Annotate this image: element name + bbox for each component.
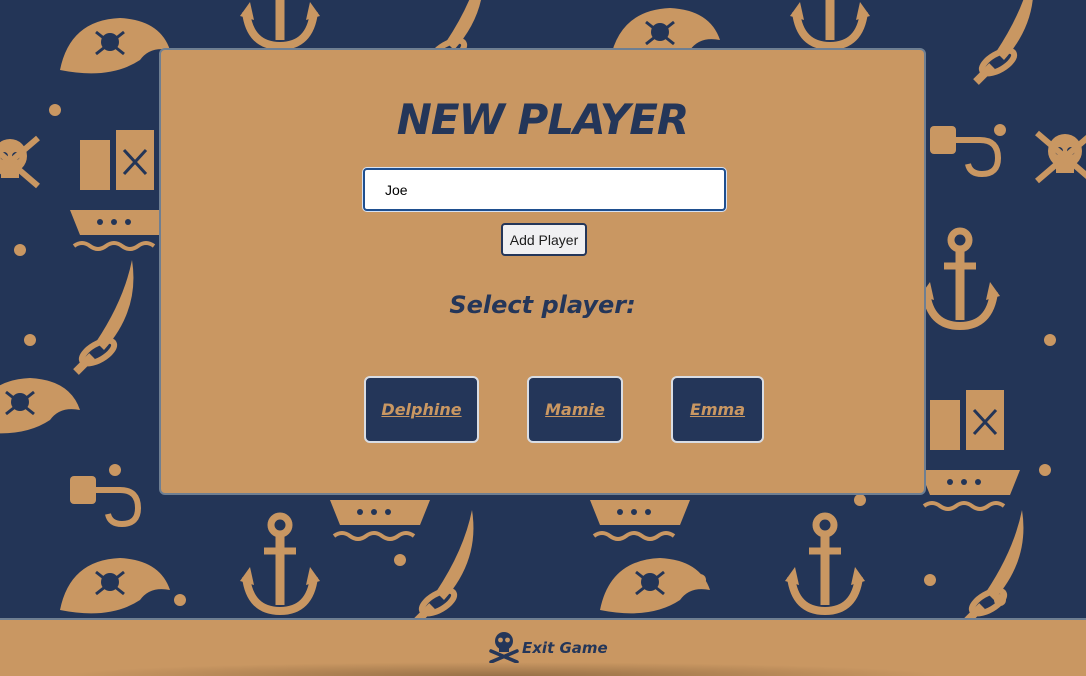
- player-link[interactable]: Delphine: [381, 400, 461, 419]
- player-card-emma[interactable]: Emma: [671, 376, 764, 443]
- player-card-delphine[interactable]: Delphine: [364, 376, 479, 443]
- add-player-button[interactable]: Add Player: [501, 223, 587, 256]
- exit-game-button[interactable]: Exit Game: [488, 630, 608, 666]
- player-card-mamie[interactable]: Mamie: [527, 376, 623, 443]
- select-player-heading: Select player:: [449, 291, 636, 319]
- skull-crossbones-icon: [488, 629, 520, 667]
- exit-game-label: Exit Game: [522, 639, 608, 657]
- player-link[interactable]: Emma: [690, 400, 745, 419]
- new-player-panel: NEW PLAYER Add Player Select player: Del…: [159, 48, 926, 495]
- page-title: NEW PLAYER: [396, 95, 689, 144]
- player-name-input[interactable]: [363, 168, 726, 211]
- footer-bar: Exit Game: [0, 618, 1086, 676]
- player-link[interactable]: Mamie: [545, 400, 605, 419]
